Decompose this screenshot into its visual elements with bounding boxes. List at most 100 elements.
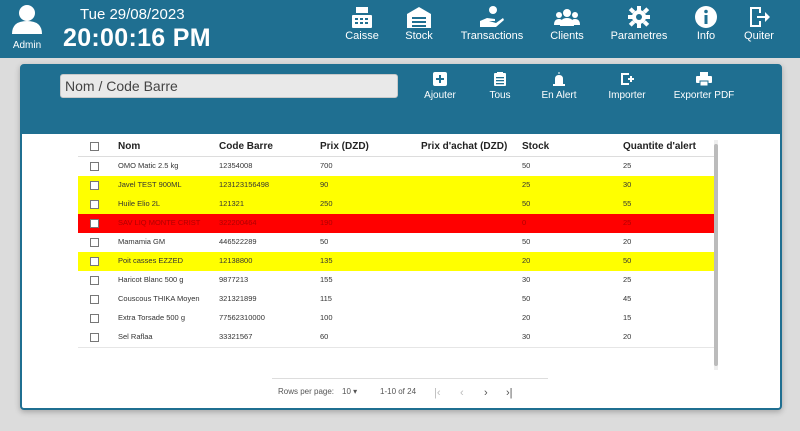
cell-prix: 100 <box>320 313 333 322</box>
table-header: Nom Code Barre Prix (DZD) Prix d'achat (… <box>78 138 718 157</box>
row-checkbox[interactable] <box>90 276 99 285</box>
cell-code-barre: 77562310000 <box>219 313 265 322</box>
table-scrollbar[interactable] <box>714 140 718 370</box>
plus-icon <box>420 72 460 88</box>
nav-label: Info <box>696 30 716 42</box>
nav-label: Stock <box>405 30 433 42</box>
import-button[interactable]: Importer <box>602 72 652 101</box>
col-code-barre[interactable]: Code Barre <box>219 141 273 152</box>
import-button-label: Importer <box>608 90 646 101</box>
current-date: Tue 29/08/2023 <box>80 6 185 23</box>
row-checkbox[interactable] <box>90 238 99 247</box>
table-row[interactable]: Couscous THIKA Moyen 321321899 115 50 45 <box>78 290 718 310</box>
last-page-button[interactable]: ›| <box>506 387 513 399</box>
cell-code-barre: 446522289 <box>219 237 257 246</box>
table-row[interactable]: OMO Matic 2.5 kg 12354008 700 50 25 <box>78 157 718 177</box>
nav-parametres[interactable]: Parametres <box>609 5 669 42</box>
nav-clients[interactable]: Clients <box>548 5 586 42</box>
scrollbar-thumb[interactable] <box>714 144 718 366</box>
cell-stock: 50 <box>522 161 531 170</box>
cell-nom: Haricot Blanc 500 g <box>118 275 184 284</box>
nav-label: Clients <box>550 30 584 42</box>
cell-nom: Extra Torsade 500 g <box>118 313 185 322</box>
cell-nom: Huile Elio 2L <box>118 199 161 208</box>
cell-prix: 60 <box>320 332 329 341</box>
export-pdf-button[interactable]: Exporter PDF <box>672 72 736 101</box>
top-bar: Admin Tue 29/08/2023 20:00:16 PM Caisse … <box>0 0 800 58</box>
table-row[interactable]: Sel Raflaa 33321567 60 30 20 <box>78 328 718 348</box>
cell-prix: 135 <box>320 256 333 265</box>
cell-quantite-alert: 20 <box>623 332 632 341</box>
nav-quiter[interactable]: Quiter <box>741 5 777 42</box>
alarm-icon <box>536 72 582 88</box>
row-checkbox[interactable] <box>90 257 99 266</box>
users-icon <box>548 5 586 29</box>
nav-label: Parametres <box>610 30 668 42</box>
col-prix-achat[interactable]: Prix d'achat (DZD) <box>421 141 507 152</box>
row-checkbox[interactable] <box>90 314 99 323</box>
table-row[interactable]: Javel TEST 900ML 123123156498 90 25 30 <box>78 176 718 196</box>
nav-info[interactable]: Info <box>692 5 720 42</box>
cell-quantite-alert: 25 <box>623 161 632 170</box>
prev-page-button[interactable]: ‹ <box>460 387 464 399</box>
export-pdf-label: Exporter PDF <box>673 90 735 101</box>
all-button[interactable]: Tous <box>482 72 518 101</box>
first-page-button[interactable]: |‹ <box>434 387 441 399</box>
table-row[interactable]: Extra Torsade 500 g 77562310000 100 20 15 <box>78 309 718 329</box>
nav-label: Caisse <box>345 30 379 42</box>
chevron-down-icon: ▾ <box>353 387 358 396</box>
col-nom[interactable]: Nom <box>118 141 140 152</box>
row-checkbox[interactable] <box>90 200 99 209</box>
cell-prix: 50 <box>320 237 329 246</box>
rows-per-page-label: Rows per page: <box>278 387 335 396</box>
cell-code-barre: 321321899 <box>219 294 257 303</box>
cell-code-barre: 121321 <box>219 199 245 208</box>
cell-stock: 50 <box>522 199 531 208</box>
cell-quantite-alert: 25 <box>623 218 632 227</box>
all-button-label: Tous <box>489 90 511 101</box>
table-row[interactable]: Haricot Blanc 500 g 9877213 155 30 25 <box>78 271 718 291</box>
table-row[interactable]: SAV LIQ MONTE CRIST 322200464 190 0 25 <box>78 214 718 234</box>
cash-register-icon <box>343 5 381 29</box>
cell-prix: 90 <box>320 180 329 189</box>
cell-prix: 700 <box>320 161 333 170</box>
cell-stock: 20 <box>522 313 531 322</box>
row-checkbox[interactable] <box>90 333 99 342</box>
pagination: Rows per page: 10 ▾ 1-10 of 24 |‹ ‹ › ›| <box>272 378 548 401</box>
nav-transactions[interactable]: Transactions <box>459 5 525 42</box>
alert-filter-button[interactable]: En Alert <box>536 72 582 101</box>
col-quantite-alert[interactable]: Quantite d'alert <box>623 141 696 152</box>
cell-stock: 25 <box>522 180 531 189</box>
cell-prix: 250 <box>320 199 333 208</box>
search-input[interactable] <box>60 74 398 98</box>
col-prix[interactable]: Prix (DZD) <box>320 141 369 152</box>
stock-panel: Ajouter Tous En Alert Importer Exporter … <box>20 64 782 410</box>
cell-quantite-alert: 15 <box>623 313 632 322</box>
gear-icon <box>609 5 669 29</box>
nav-label: Quiter <box>744 30 774 42</box>
table-row[interactable]: Huile Elio 2L 121321 250 50 55 <box>78 195 718 215</box>
row-checkbox[interactable] <box>90 162 99 171</box>
cell-stock: 0 <box>522 218 527 227</box>
cell-prix: 115 <box>320 294 332 303</box>
cell-stock: 50 <box>522 237 531 246</box>
rows-per-page-select[interactable]: 10 ▾ <box>342 387 357 396</box>
cell-stock: 30 <box>522 275 531 284</box>
nav-caisse[interactable]: Caisse <box>343 5 381 42</box>
products-table: Nom Code Barre Prix (DZD) Prix d'achat (… <box>78 138 720 370</box>
row-checkbox[interactable] <box>90 295 99 304</box>
col-stock[interactable]: Stock <box>522 141 549 152</box>
table-row[interactable]: Mamamia GM 446522289 50 50 20 <box>78 233 718 253</box>
next-page-button[interactable]: › <box>484 387 488 399</box>
cell-quantite-alert: 50 <box>623 256 632 265</box>
nav-stock[interactable]: Stock <box>402 5 436 42</box>
row-checkbox[interactable] <box>90 219 99 228</box>
cell-nom: Javel TEST 900ML <box>118 180 182 189</box>
cell-quantite-alert: 55 <box>623 199 632 208</box>
select-all-checkbox[interactable] <box>90 142 99 151</box>
user-profile[interactable]: Admin <box>8 4 46 51</box>
table-row[interactable]: Poit casses EZZED 12138800 135 20 50 <box>78 252 718 272</box>
cell-quantite-alert: 20 <box>623 237 632 246</box>
row-checkbox[interactable] <box>90 181 99 190</box>
add-button[interactable]: Ajouter <box>420 72 460 101</box>
